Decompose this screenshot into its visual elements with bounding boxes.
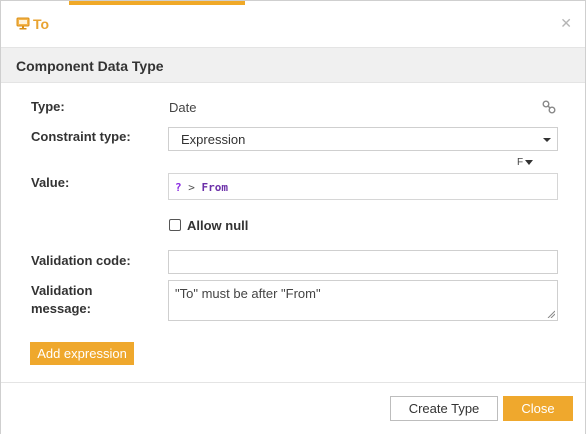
- resize-grip-icon[interactable]: [547, 310, 555, 318]
- chevron-down-icon: [543, 138, 551, 142]
- monitor-icon: [16, 17, 30, 30]
- expression-token-operator: >: [188, 181, 195, 194]
- value-label: Value:: [31, 175, 70, 190]
- expression-token-field: From: [201, 181, 229, 194]
- dialog: To ✕ Component Data Type Type: Date Cons…: [0, 0, 586, 435]
- function-toggle[interactable]: F: [517, 157, 534, 168]
- expression-token-param: ?: [175, 181, 182, 194]
- function-toggle-label: F: [517, 157, 524, 168]
- allow-null-checkbox[interactable]: [169, 219, 181, 231]
- constraint-type-select[interactable]: Expression: [168, 127, 558, 151]
- close-icon[interactable]: ✕: [560, 15, 572, 31]
- validation-message-label-line2: message:: [31, 301, 91, 316]
- allow-null-label: Allow null: [187, 218, 249, 233]
- add-expression-button[interactable]: Add expression: [30, 342, 134, 365]
- validation-code-label: Validation code:: [31, 253, 131, 268]
- validation-code-input[interactable]: [168, 250, 558, 274]
- section-header: Component Data Type: [1, 47, 585, 83]
- expression-line: ? > From: [175, 181, 228, 194]
- chevron-down-icon: [525, 159, 534, 165]
- close-button[interactable]: Close: [503, 396, 573, 421]
- constraint-type-value: Expression: [181, 132, 246, 147]
- constraint-type-label: Constraint type:: [31, 129, 131, 144]
- dialog-title: To: [33, 16, 50, 32]
- dialog-titlebar: To ✕: [1, 1, 585, 47]
- type-label: Type:: [31, 99, 65, 114]
- value-expression-editor[interactable]: ? > From: [168, 173, 558, 200]
- type-value: Date: [169, 100, 197, 115]
- validation-message-label-line1: Validation: [31, 283, 93, 298]
- validation-message-value: "To" must be after "From": [175, 286, 321, 301]
- section-title: Component Data Type: [16, 58, 164, 74]
- create-type-button[interactable]: Create Type: [390, 396, 498, 421]
- link-icon[interactable]: [542, 100, 556, 114]
- validation-message-textarea[interactable]: "To" must be after "From": [168, 280, 558, 321]
